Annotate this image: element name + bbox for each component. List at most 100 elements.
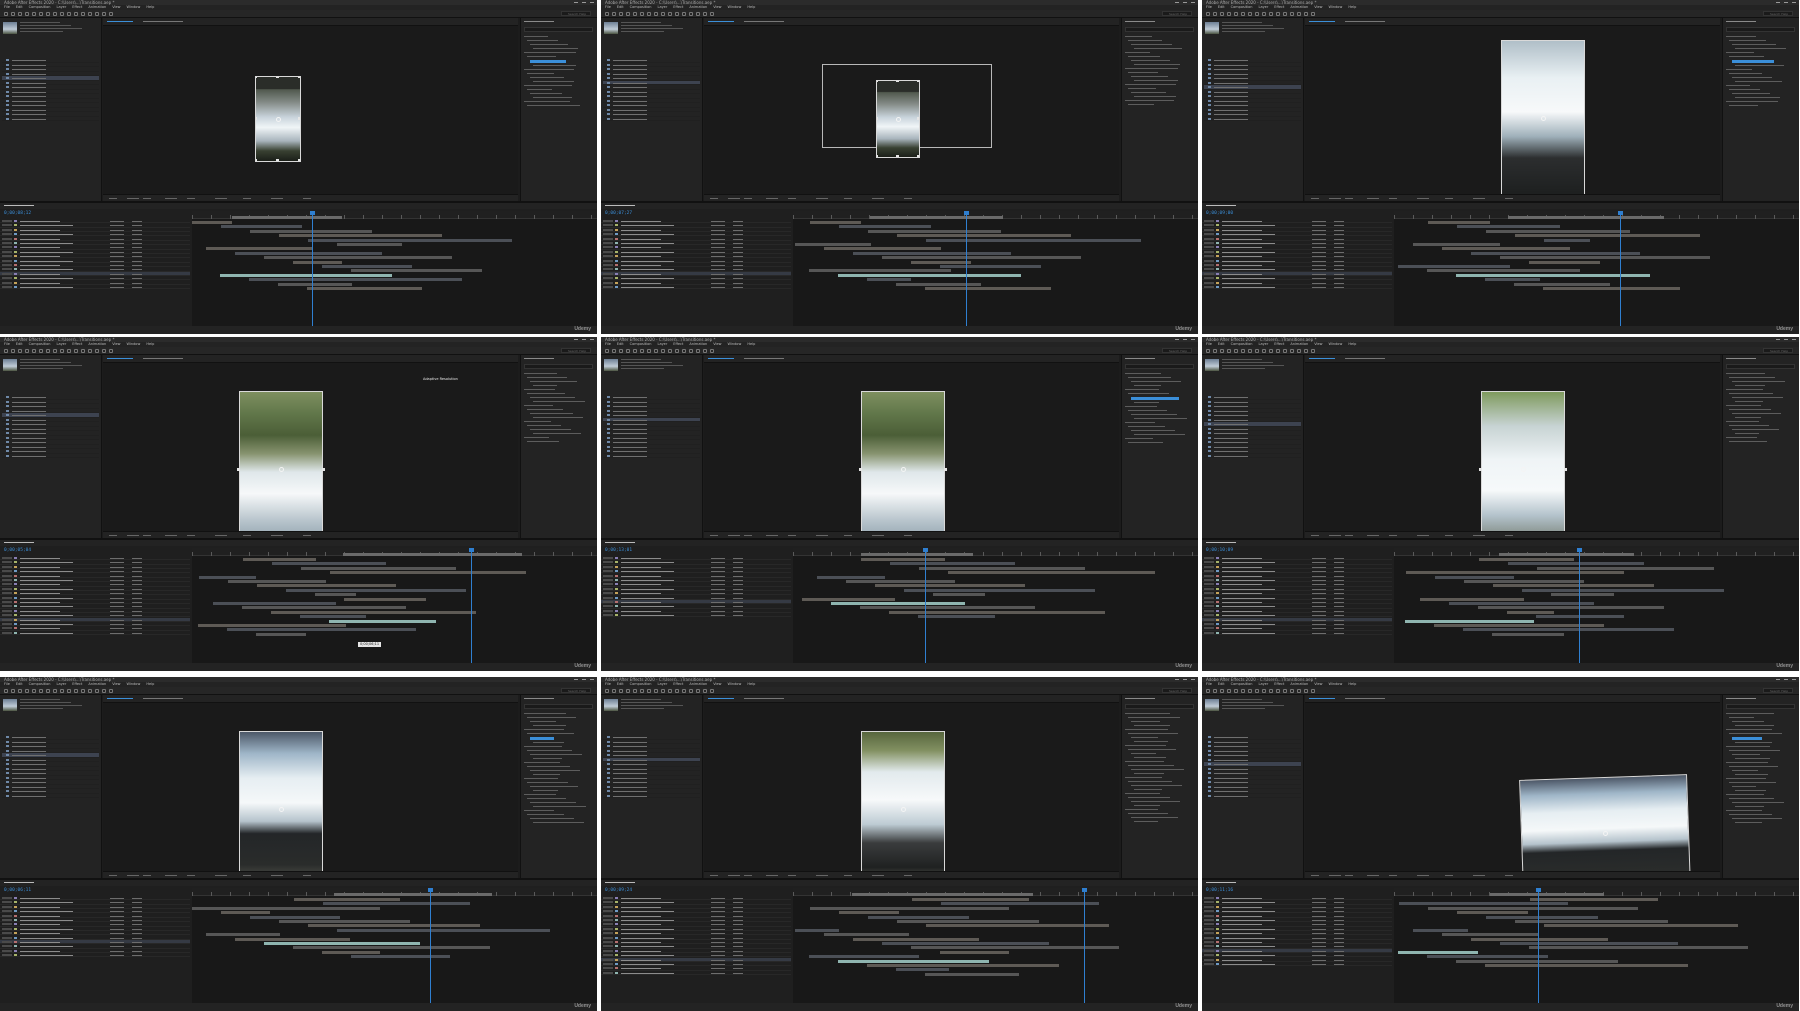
tool-icon[interactable] [88, 349, 92, 353]
layer-name[interactable] [1222, 571, 1275, 573]
layer-mode[interactable] [1312, 282, 1326, 284]
tool-icon[interactable] [60, 12, 64, 16]
effect-item[interactable] [1735, 742, 1772, 743]
tool-icon[interactable] [1304, 689, 1308, 693]
layer-name[interactable] [20, 234, 73, 236]
layer-duration-bar[interactable] [1463, 628, 1674, 632]
layer-mode[interactable] [1312, 906, 1326, 908]
effect-item[interactable] [1128, 749, 1176, 750]
timeline-tabs[interactable] [0, 540, 597, 546]
current-time-display[interactable]: 0;00;13;01 [605, 548, 632, 553]
layer-switches[interactable] [1204, 587, 1214, 590]
layer-duration-bar[interactable] [192, 906, 380, 910]
layer-track-matte[interactable] [1334, 558, 1344, 559]
layer-label-color[interactable] [14, 949, 17, 952]
layer-mode[interactable] [110, 260, 124, 262]
tool-icon[interactable] [11, 689, 15, 693]
layer-mode[interactable] [1312, 593, 1326, 595]
tool-icon[interactable] [95, 349, 99, 353]
effect-item[interactable] [1732, 44, 1776, 45]
tool-icon[interactable] [102, 12, 106, 16]
layer-track-matte[interactable] [733, 260, 743, 262]
layer-label-color[interactable] [615, 268, 618, 271]
window-control-button[interactable] [574, 2, 578, 3]
layer-label-color[interactable] [1216, 570, 1219, 573]
layer-track-matte[interactable] [733, 902, 743, 904]
layer-mode[interactable] [1312, 278, 1326, 280]
layer-mode[interactable] [110, 915, 124, 917]
layer-switches[interactable] [603, 614, 613, 617]
tool-icon[interactable] [626, 349, 630, 353]
window-control-button[interactable] [1776, 339, 1780, 340]
layer-switches[interactable] [1204, 246, 1214, 249]
search-help-input[interactable]: Search Help [561, 11, 591, 16]
layer-mode[interactable] [711, 251, 725, 253]
layer-mode[interactable] [1312, 911, 1326, 913]
layer-track-matte[interactable] [132, 624, 142, 625]
layer-track-matte[interactable] [1334, 920, 1344, 921]
layer-name[interactable] [20, 247, 60, 249]
effect-item[interactable] [1125, 84, 1176, 85]
layer-label-color[interactable] [1216, 277, 1219, 280]
layer-switches[interactable] [2, 945, 12, 948]
effect-item[interactable] [533, 65, 576, 66]
effect-item[interactable] [1735, 758, 1770, 759]
effect-item[interactable] [1131, 92, 1166, 93]
layer-duration-bar[interactable] [344, 597, 426, 601]
transform-handle[interactable] [298, 159, 300, 161]
layer-track-matte[interactable] [1334, 221, 1344, 222]
viewer-controls[interactable] [704, 531, 1119, 538]
tool-icon[interactable] [39, 12, 43, 16]
layer-track-matte[interactable] [132, 610, 142, 612]
layer-track-matte[interactable] [1334, 898, 1344, 899]
layer-label-color[interactable] [1216, 250, 1219, 253]
layer-label-color[interactable] [14, 923, 17, 926]
layer-mode[interactable] [110, 269, 124, 271]
layer-mode[interactable] [711, 243, 725, 244]
layer-name[interactable] [20, 597, 73, 599]
layer-mode[interactable] [711, 584, 725, 586]
layer-label-color[interactable] [14, 565, 17, 568]
layer-name[interactable] [621, 221, 661, 222]
effect-item[interactable] [1128, 813, 1168, 814]
tool-icon[interactable] [1262, 12, 1266, 16]
search-help-input[interactable]: Search Help [1763, 11, 1793, 16]
tool-icon[interactable] [1276, 689, 1280, 693]
layer-track-matte[interactable] [132, 247, 142, 249]
layer-mode[interactable] [110, 287, 124, 288]
layer-label-color[interactable] [615, 583, 618, 586]
layer-switches[interactable] [603, 228, 613, 231]
layer-switches[interactable] [1204, 618, 1214, 621]
layer-label-color[interactable] [615, 228, 618, 231]
effects-search-input[interactable] [1125, 27, 1194, 32]
layer-duration-bar[interactable] [867, 964, 1059, 967]
layer-mode[interactable] [110, 558, 124, 559]
effect-item[interactable] [1125, 745, 1166, 746]
layer-switches[interactable] [1204, 945, 1214, 948]
layer-name[interactable] [1222, 942, 1262, 943]
layer-duration-bar[interactable] [897, 234, 1071, 238]
layer-name[interactable] [621, 234, 674, 236]
layer-label-color[interactable] [1216, 923, 1219, 926]
layer-mode[interactable] [1312, 584, 1326, 586]
effect-item[interactable] [527, 814, 564, 815]
effect-item[interactable] [530, 60, 566, 63]
layer-switches[interactable] [1204, 941, 1214, 943]
viewer-controls[interactable] [704, 194, 1119, 201]
tool-icon[interactable] [32, 689, 36, 693]
effect-item[interactable] [533, 774, 560, 775]
effect-item[interactable] [524, 746, 562, 747]
layer-name[interactable] [1222, 260, 1275, 262]
tool-icon[interactable] [633, 689, 637, 693]
layer-label-color[interactable] [14, 901, 17, 904]
window-control-button[interactable] [590, 679, 594, 680]
timeline-layer-row[interactable] [0, 285, 190, 290]
effect-item[interactable] [1732, 93, 1770, 94]
layer-mode[interactable] [1312, 964, 1326, 965]
tool-icon[interactable] [1290, 12, 1294, 16]
tool-icon[interactable] [95, 12, 99, 16]
tool-icon[interactable] [1297, 689, 1301, 693]
layer-name[interactable] [621, 955, 674, 957]
tool-icon[interactable] [1269, 12, 1273, 16]
layer-name[interactable] [621, 229, 661, 231]
